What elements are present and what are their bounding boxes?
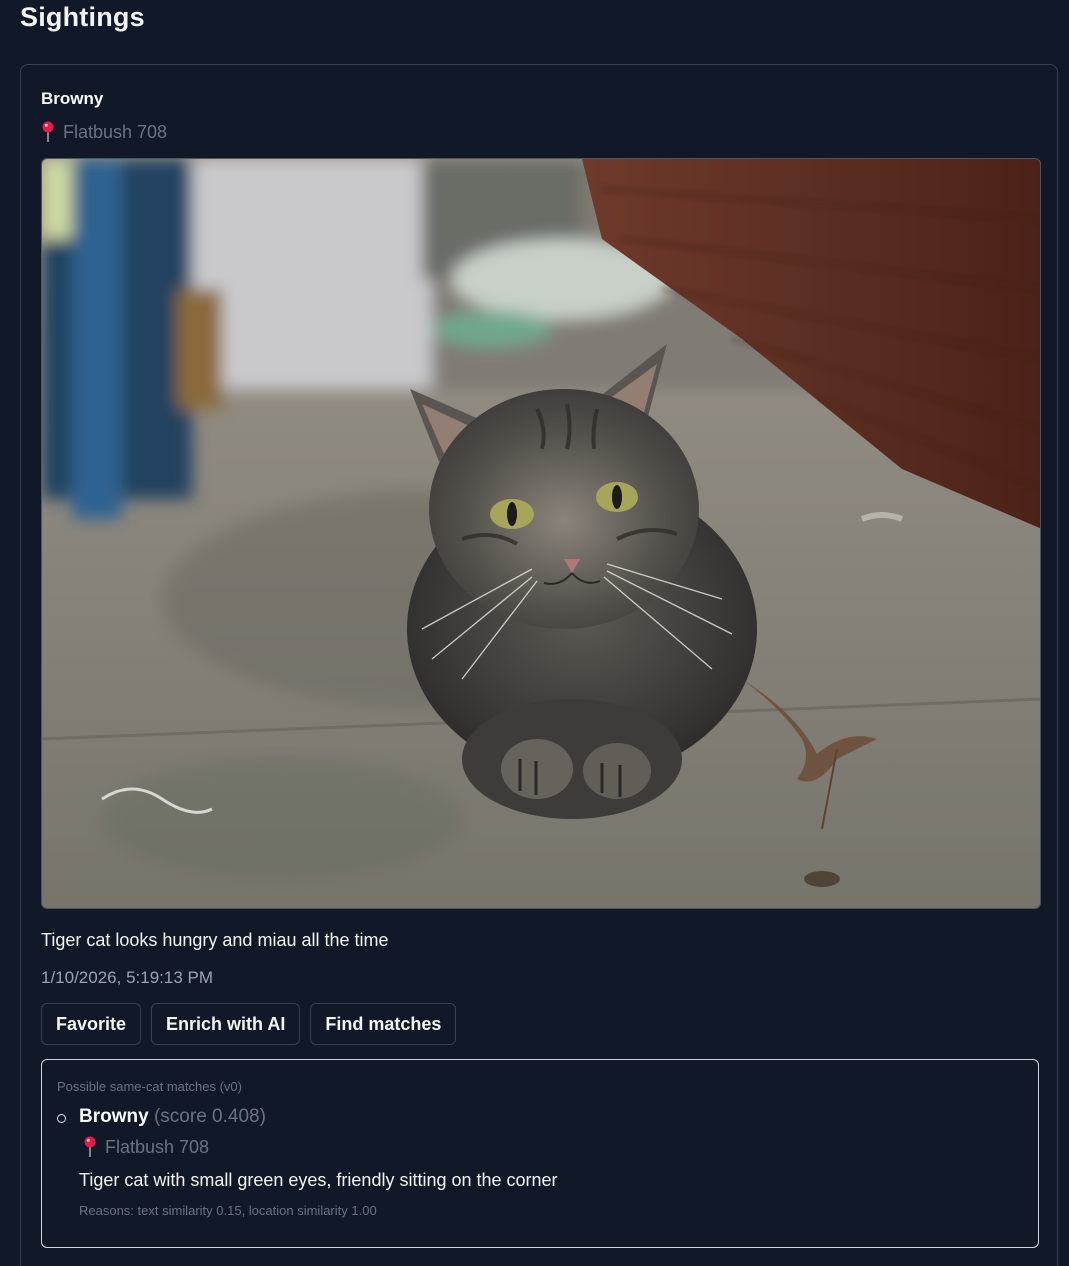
match-location: Flatbush 708 xyxy=(83,1136,209,1158)
sighting-description: Tiger cat looks hungry and miau all the … xyxy=(41,930,389,950)
page-title: Sightings xyxy=(20,2,145,32)
sighting-location: Flatbush 708 xyxy=(41,121,167,143)
sighting-actions: Favorite Enrich with AI Find matches xyxy=(41,1003,457,1045)
map-pin-icon xyxy=(83,1136,97,1158)
match-reasons: Reasons: text similarity 0.15, location … xyxy=(79,1203,377,1218)
matches-heading: Possible same-cat matches (v0) xyxy=(57,1079,242,1094)
match-title: Browny (score 0.408) xyxy=(79,1106,266,1128)
sighting-card: Browny Flatbush 708 Tiger cat looks hung… xyxy=(20,64,1058,1266)
enrich-with-ai-button[interactable]: Enrich with AI xyxy=(151,1003,301,1045)
favorite-button[interactable]: Favorite xyxy=(41,1003,142,1045)
cat-photo xyxy=(41,158,1041,909)
list-bullet-icon xyxy=(57,1114,66,1123)
match-description: Tiger cat with small green eyes, friendl… xyxy=(79,1170,558,1190)
match-score: (score 0.408) xyxy=(153,1106,266,1127)
sighting-cat-name: Browny xyxy=(41,89,104,108)
sighting-timestamp: 1/10/2026, 5:19:13 PM xyxy=(41,968,214,987)
find-matches-button[interactable]: Find matches xyxy=(310,1003,457,1045)
map-pin-icon xyxy=(41,121,55,143)
matches-panel: Possible same-cat matches (v0) Browny (s… xyxy=(41,1059,1039,1248)
sightings-page: Sightings Browny Flatbush 708 Tiger cat … xyxy=(0,0,1069,1266)
match-cat-name: Browny xyxy=(79,1106,149,1127)
sighting-location-label: Flatbush 708 xyxy=(63,121,168,142)
match-location-label: Flatbush 708 xyxy=(105,1136,210,1157)
